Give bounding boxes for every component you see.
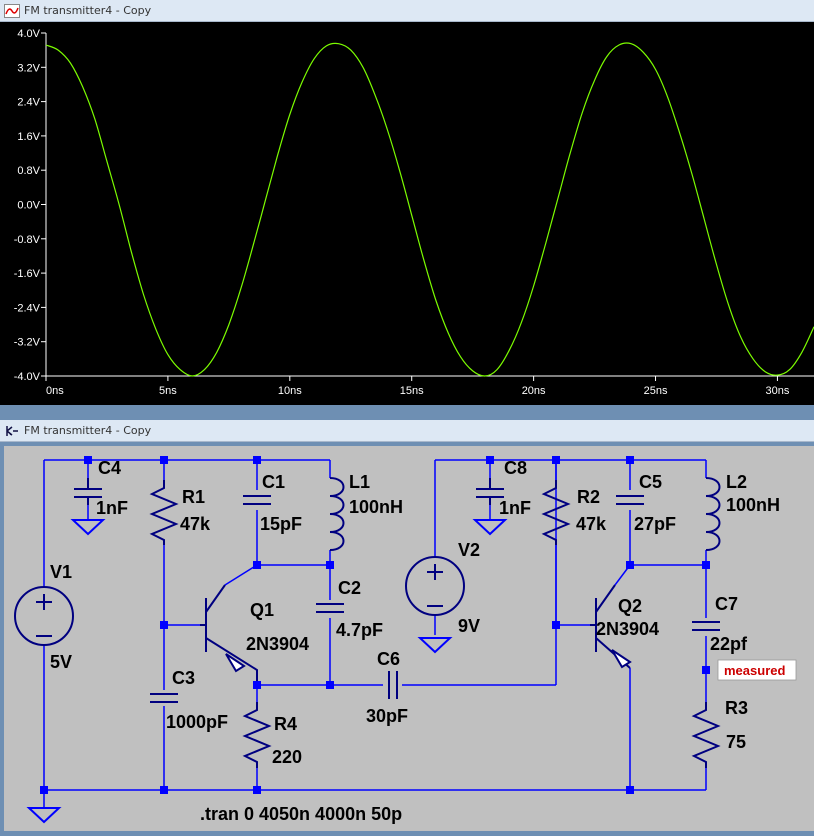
x-tick-label: 30ns: [765, 385, 789, 397]
capacitor-c1: [243, 495, 271, 505]
c6-ref: C6: [377, 649, 400, 669]
y-tick-label: 0.8V: [17, 165, 40, 177]
q1-value: 2N3904: [246, 634, 309, 654]
window-separator: [0, 405, 814, 420]
c3-value: 1000pF: [166, 712, 228, 732]
c7-ref: C7: [715, 594, 738, 614]
wave-window-title: FM transmitter4 - Copy: [24, 4, 152, 17]
plot-axes: [45, 33, 814, 377]
l2-ref: L2: [726, 472, 747, 492]
capacitor-c7: [692, 621, 720, 631]
x-tick-label: 15ns: [400, 385, 424, 397]
schematic-window-title: FM transmitter4 - Copy: [24, 424, 152, 437]
inductor-l1: [329, 477, 345, 551]
l1-value: 100nH: [349, 497, 403, 517]
y-tick-label: 4.0V: [17, 28, 40, 40]
capacitor-c5: [616, 495, 644, 505]
inductor-l2: [705, 477, 721, 551]
net-label-measured[interactable]: measured: [717, 659, 797, 681]
schematic-canvas[interactable]: C4 1nF R1 47k C1 15pF L1 100nH C2 4.7pF …: [4, 446, 814, 831]
x-tick-label: 5ns: [159, 385, 177, 397]
wave-window-titlebar[interactable]: FM transmitter4 - Copy: [0, 0, 814, 22]
y-tick-label: -1.6V: [14, 268, 41, 280]
c2-value: 4.7pF: [336, 620, 383, 640]
voltage-source-symbols: [14, 556, 465, 646]
c3-ref: C3: [172, 668, 195, 688]
l2-value: 100nH: [726, 495, 780, 515]
r2-value: 47k: [576, 514, 607, 534]
c5-ref: C5: [639, 472, 662, 492]
x-tick-label: 10ns: [278, 385, 302, 397]
y-axis-ticks: 4.0V 3.2V 2.4V 1.6V 0.8V 0.0V -0.8V -1.6V -2.4V -…: [14, 28, 46, 383]
r1-ref: R1: [182, 487, 205, 507]
resistor-r3: [691, 702, 721, 768]
y-tick-label: -2.4V: [14, 302, 41, 314]
y-tick-label: 3.2V: [17, 62, 40, 74]
q2-value: 2N3904: [596, 619, 659, 639]
r3-value: 75: [726, 732, 746, 752]
waveform-chart[interactable]: 4.0V 3.2V 2.4V 1.6V 0.8V 0.0V -0.8V -1.6V -2.4V -…: [0, 22, 814, 405]
c1-value: 15pF: [260, 514, 302, 534]
y-tick-label: -3.2V: [14, 337, 41, 349]
c1-ref: C1: [262, 472, 285, 492]
x-tick-label: 20ns: [522, 385, 546, 397]
r1-value: 47k: [180, 514, 211, 534]
v2-value: 9V: [458, 616, 480, 636]
voltage-trace[interactable]: [45, 42, 814, 377]
x-tick-label: 0ns: [46, 385, 64, 397]
ground-symbols: [28, 505, 506, 823]
c7-value: 22pf: [710, 634, 748, 654]
schematic-window-titlebar[interactable]: FM transmitter4 - Copy: [0, 420, 814, 442]
waveform-app-icon: [4, 3, 20, 18]
capacitor-c3: [150, 693, 178, 703]
y-tick-label: 1.6V: [17, 131, 40, 143]
x-tick-label: 25ns: [644, 385, 668, 397]
c8-value: 1nF: [499, 498, 531, 518]
q1-ref: Q1: [250, 600, 274, 620]
r3-ref: R3: [725, 698, 748, 718]
v1-ref: V1: [50, 562, 72, 582]
y-tick-label: 0.0V: [17, 200, 40, 212]
plot-frame: [45, 33, 814, 377]
component-labels: C4 1nF R1 47k C1 15pF L1 100nH C2 4.7pF …: [50, 458, 780, 824]
c8-ref: C8: [504, 458, 527, 478]
schematic-app-icon: [4, 424, 20, 438]
c5-value: 27pF: [634, 514, 676, 534]
waveform-plot-pane[interactable]: 4.0V 3.2V 2.4V 1.6V 0.8V 0.0V -0.8V -1.6V -2.4V -…: [0, 22, 814, 405]
resistor-r1: [149, 480, 179, 545]
v2-ref: V2: [458, 540, 480, 560]
y-tick-label: -4.0V: [14, 371, 41, 383]
circuit-schematic[interactable]: C4 1nF R1 47k C1 15pF L1 100nH C2 4.7pF …: [4, 446, 814, 831]
c2-ref: C2: [338, 578, 361, 598]
c4-ref: C4: [98, 458, 121, 478]
spice-directive[interactable]: .tran 0 4050n 4000n 50p: [200, 804, 402, 824]
c4-value: 1nF: [96, 498, 128, 518]
capacitor-c2: [316, 603, 344, 613]
x-axis-ticks: 0ns 5ns 10ns 15ns 20ns 25ns 30ns: [45, 376, 790, 397]
r4-ref: R4: [274, 714, 297, 734]
y-tick-label: -0.8V: [14, 234, 41, 246]
capacitor-c6: [388, 671, 398, 699]
schematic-pane: C4 1nF R1 47k C1 15pF L1 100nH C2 4.7pF …: [0, 442, 814, 831]
resistor-r4: [242, 702, 272, 768]
r2-ref: R2: [577, 487, 600, 507]
r4-value: 220: [272, 747, 302, 767]
l1-ref: L1: [349, 472, 370, 492]
q2-ref: Q2: [618, 596, 642, 616]
c6-value: 30pF: [366, 706, 408, 726]
net-label-text: measured: [724, 663, 785, 678]
v1-value: 5V: [50, 652, 72, 672]
y-tick-label: 2.4V: [17, 97, 40, 109]
